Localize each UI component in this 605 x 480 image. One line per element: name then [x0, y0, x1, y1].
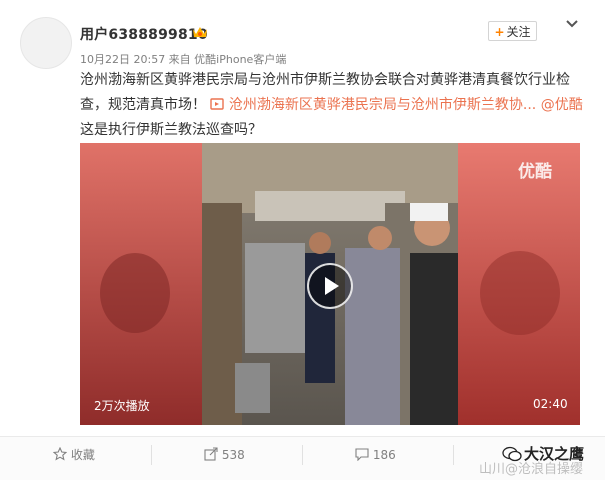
divider — [453, 445, 454, 465]
video-player[interactable]: 优酷 2万次播放 02:40 — [80, 143, 580, 425]
follow-label: 关注 — [506, 25, 531, 39]
divider — [151, 445, 152, 465]
repost-button[interactable]: 538 — [204, 437, 245, 480]
repost-icon — [204, 447, 218, 461]
vip-badge-icon — [193, 27, 207, 37]
video-link-icon — [210, 98, 225, 110]
watermark-sub: 山川@沧浪自操缨 — [479, 462, 584, 477]
post-meta: 10月22日 20:57 来自 优酷iPhone客户端 — [80, 53, 287, 66]
star-icon — [52, 446, 68, 461]
play-icon — [325, 277, 339, 295]
youku-logo: 优酷 — [518, 162, 552, 182]
divider — [302, 445, 303, 465]
video-link[interactable]: 沧州渤海新区黄骅港民宗局与沧州市伊斯兰教协... — [229, 97, 536, 113]
play-button[interactable] — [307, 263, 353, 309]
follow-button[interactable]: + 关注 — [488, 21, 537, 41]
favorite-button[interactable]: 收藏 — [52, 437, 95, 480]
plus-icon: + — [494, 25, 505, 39]
post-text: 沧州渤海新区黄骅港民宗局与沧州市伊斯兰教协会联合对黄骅港清真餐饮行业检查，规范清… — [80, 68, 588, 143]
mention-link[interactable]: @优酷 — [541, 97, 583, 113]
video-duration: 02:40 — [533, 397, 568, 411]
play-count: 2万次播放 — [94, 399, 150, 413]
repost-count: 538 — [221, 448, 245, 462]
post-text-part2: 这是执行伊斯兰教法巡查吗？ — [80, 122, 262, 138]
comment-count: 186 — [372, 448, 396, 462]
comment-button[interactable]: 186 — [355, 437, 396, 480]
comment-icon — [355, 448, 369, 462]
username[interactable]: 用户6388899810 — [80, 24, 208, 44]
favorite-label: 收藏 — [70, 448, 95, 462]
chevron-down-icon[interactable] — [564, 18, 580, 30]
user-avatar[interactable] — [20, 17, 72, 69]
